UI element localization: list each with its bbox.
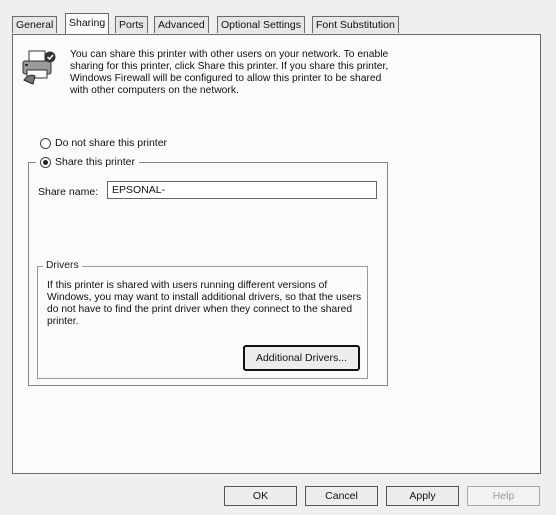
cancel-button[interactable]: Cancel: [305, 486, 378, 506]
do-not-share-option[interactable]: Do not share this printer: [40, 137, 167, 149]
share-label: Share this printer: [55, 156, 135, 168]
tab-font-substitution[interactable]: Font Substitution: [312, 16, 399, 33]
printer-share-icon: [20, 48, 58, 86]
tab-advanced[interactable]: Advanced: [154, 16, 209, 33]
share-option[interactable]: Share this printer: [36, 156, 139, 168]
do-not-share-label: Do not share this printer: [55, 137, 168, 149]
tab-general[interactable]: General: [12, 16, 58, 33]
ok-button[interactable]: OK: [224, 486, 297, 506]
drivers-legend: Drivers: [43, 260, 82, 271]
additional-drivers-button[interactable]: Additional Drivers...: [243, 345, 360, 371]
tab-optional-settings[interactable]: Optional Settings: [217, 16, 305, 33]
share-name-label: Share name:: [38, 186, 99, 198]
help-button[interactable]: Help: [467, 486, 540, 506]
tab-ports[interactable]: Ports: [115, 16, 148, 33]
do-not-share-radio[interactable]: [40, 137, 51, 149]
apply-button[interactable]: Apply: [386, 486, 459, 506]
tab-sharing[interactable]: Sharing: [65, 13, 110, 34]
drivers-description: If this printer is shared with users run…: [47, 280, 362, 327]
share-radio[interactable]: [40, 156, 51, 168]
intro-text: You can share this printer with other us…: [70, 49, 389, 96]
share-name-input[interactable]: [107, 181, 377, 199]
